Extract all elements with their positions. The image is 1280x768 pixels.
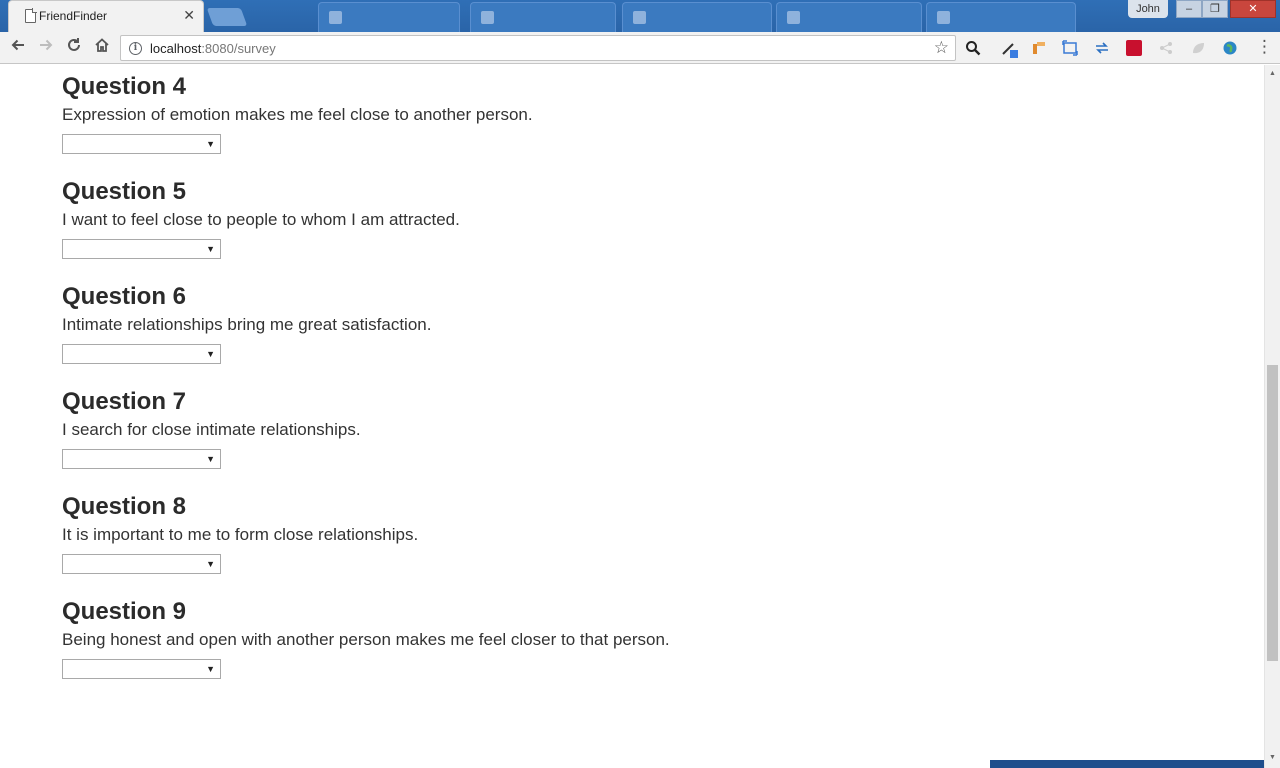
- question-text: Being honest and open with another perso…: [62, 630, 670, 649]
- answer-select[interactable]: ▼: [62, 134, 221, 154]
- close-window-button[interactable]: ✕: [1230, 0, 1276, 18]
- screenshot-extension-icon[interactable]: [1062, 40, 1078, 56]
- home-icon: [95, 38, 109, 52]
- globe-extension-icon[interactable]: [1222, 40, 1238, 56]
- question-text: I search for close intimate relationship…: [62, 420, 361, 439]
- tab-background[interactable]: [318, 2, 460, 32]
- page-scrollbar[interactable]: ▲ ▼: [1264, 65, 1280, 768]
- tab-background[interactable]: [926, 2, 1076, 32]
- question-block: Question 9 Being honest and open with an…: [62, 598, 670, 679]
- question-text: It is important to me to form close rela…: [62, 525, 419, 544]
- dropdown-arrow-icon: ▼: [206, 139, 215, 149]
- question-heading: Question 7: [62, 388, 187, 415]
- browser-toolbar: i localhost:8080/survey ☆ ⋮: [0, 32, 1280, 64]
- sync-extension-icon[interactable]: [1094, 40, 1110, 56]
- question-text: Intimate relationships bring me great sa…: [62, 315, 432, 334]
- arrow-right-icon: [40, 39, 53, 51]
- paint-extension-icon[interactable]: [1031, 40, 1047, 56]
- star-icon[interactable]: ☆: [934, 38, 949, 58]
- scroll-up-arrow-icon[interactable]: ▲: [1269, 70, 1276, 77]
- tab-background[interactable]: [622, 2, 772, 32]
- question-text: I want to feel close to people to whom I…: [62, 210, 460, 229]
- answer-select[interactable]: ▼: [62, 554, 221, 574]
- share-extension-icon[interactable]: [1158, 40, 1174, 56]
- tab-close-icon[interactable]: ✕: [183, 7, 195, 24]
- question-heading: Question 6: [62, 283, 187, 310]
- answer-select[interactable]: ▼: [62, 659, 221, 679]
- taskbar-edge: [990, 760, 1264, 768]
- question-block: Question 7 I search for close intimate r…: [62, 388, 361, 469]
- info-icon[interactable]: i: [129, 42, 142, 55]
- page-viewport: Question 4 Expression of emotion makes m…: [0, 65, 1264, 768]
- scroll-down-arrow-icon[interactable]: ▼: [1269, 754, 1276, 761]
- forward-button[interactable]: [34, 37, 58, 59]
- leaf-extension-icon[interactable]: [1190, 40, 1206, 56]
- back-button[interactable]: [6, 37, 30, 59]
- question-block: Question 4 Expression of emotion makes m…: [62, 73, 533, 154]
- address-bar[interactable]: i localhost:8080/survey ☆: [120, 35, 956, 61]
- answer-select[interactable]: ▼: [62, 449, 221, 469]
- browser-tabstrip: FriendFinder ✕ John ‒ ❐ ✕: [0, 0, 1280, 32]
- question-heading: Question 9: [62, 598, 187, 625]
- home-button[interactable]: [90, 37, 114, 59]
- tab-title: FriendFinder: [39, 9, 108, 23]
- tab-friendfinder[interactable]: FriendFinder ✕: [8, 0, 204, 32]
- question-block: Question 6 Intimate relationships bring …: [62, 283, 431, 364]
- dropdown-arrow-icon: ▼: [206, 244, 215, 254]
- favicon-icon: [937, 11, 950, 24]
- favicon-icon: [329, 11, 342, 24]
- dropdown-arrow-icon: ▼: [206, 349, 215, 359]
- scroll-thumb[interactable]: [1267, 365, 1278, 661]
- question-heading: Question 8: [62, 493, 187, 520]
- tab-background[interactable]: [776, 2, 922, 32]
- dropdown-arrow-icon: ▼: [206, 559, 215, 569]
- favicon-icon: [787, 11, 800, 24]
- question-heading: Question 4: [62, 73, 187, 100]
- answer-select[interactable]: ▼: [62, 239, 221, 259]
- arrow-left-icon: [11, 39, 24, 51]
- favicon-icon: [481, 11, 494, 24]
- minimize-button[interactable]: ‒: [1176, 0, 1202, 18]
- lastpass-extension-icon[interactable]: [1126, 40, 1142, 56]
- profile-button[interactable]: John: [1128, 0, 1168, 18]
- new-tab-button[interactable]: [206, 8, 248, 26]
- question-block: Question 8 It is important to me to form…: [62, 493, 418, 574]
- dropdown-arrow-icon: ▼: [206, 454, 215, 464]
- question-block: Question 5 I want to feel close to peopl…: [62, 178, 460, 259]
- document-icon: [25, 8, 37, 23]
- question-heading: Question 5: [62, 178, 187, 205]
- favicon-icon: [633, 11, 646, 24]
- restore-button[interactable]: ❐: [1202, 0, 1228, 18]
- question-text: Expression of emotion makes me feel clos…: [62, 105, 533, 124]
- pen-extension-icon[interactable]: [1000, 40, 1018, 58]
- answer-select[interactable]: ▼: [62, 344, 221, 364]
- reload-icon: [68, 38, 80, 51]
- kebab-menu-icon[interactable]: ⋮: [1256, 37, 1273, 59]
- url-text[interactable]: localhost:8080/survey: [150, 41, 276, 56]
- reload-button[interactable]: [62, 37, 86, 59]
- tab-background[interactable]: [470, 2, 616, 32]
- dropdown-arrow-icon: ▼: [206, 664, 215, 674]
- magnifier-icon[interactable]: [965, 40, 981, 56]
